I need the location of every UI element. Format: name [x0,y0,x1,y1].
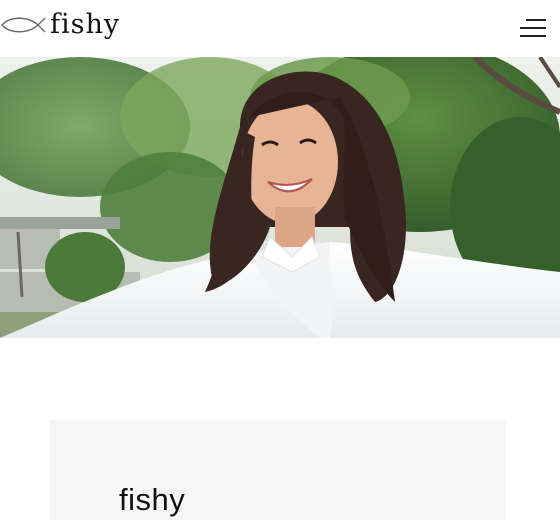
menu-line [520,27,546,29]
menu-line [520,35,546,37]
fish-outline-icon [1,17,46,33]
page: fishy fishy [0,0,560,520]
hero-image [0,57,560,338]
content-card: fishy [50,420,506,520]
logo[interactable]: fishy [0,8,120,42]
hero-photo [0,57,560,338]
hamburger-menu-icon[interactable] [512,12,548,44]
card-title: fishy [119,482,186,517]
menu-line [526,19,546,21]
logo-text: fishy [50,9,121,40]
site-header: fishy [0,0,560,56]
